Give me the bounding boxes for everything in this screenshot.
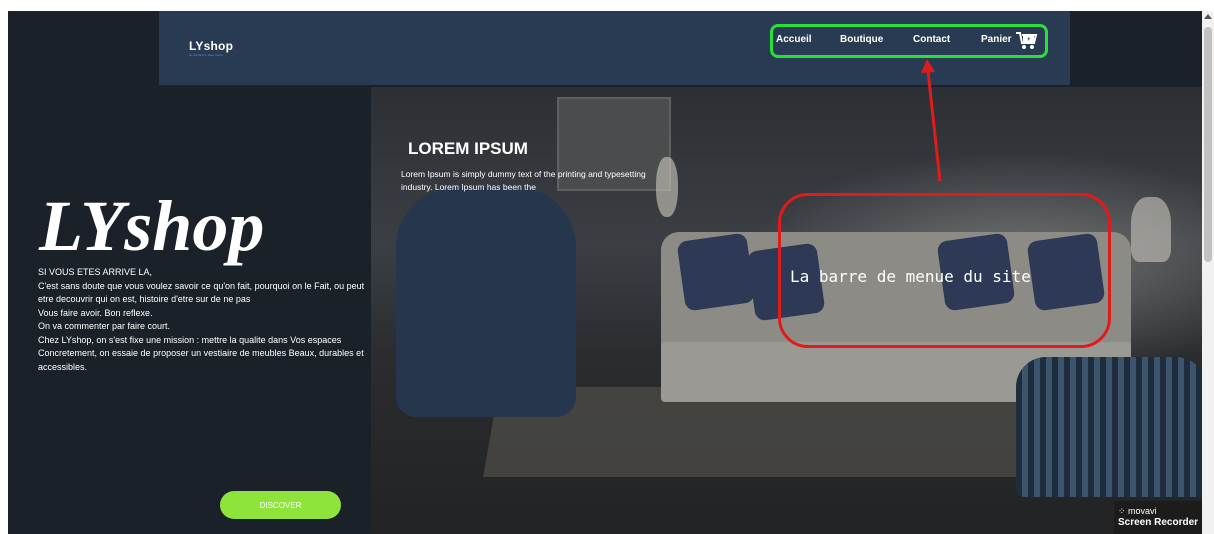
logo-text: LYshop: [189, 39, 234, 53]
annotation-label: La barre de menue du site: [790, 267, 1031, 286]
pillow: [676, 232, 756, 312]
logo-tagline: la meilleure idee reste: [189, 53, 223, 57]
intro-line: On va commenter par faire court.: [38, 321, 171, 331]
intro-line: Chez LYshop, on s'est fixe une mission :…: [38, 334, 342, 345]
nav-accueil[interactable]: Accueil: [776, 34, 812, 45]
ottoman: [1016, 357, 1202, 497]
watermark-product: Screen Recorder: [1118, 517, 1199, 528]
lamp: [1131, 197, 1171, 262]
recorder-watermark: ⁘ movavi Screen Recorder: [1114, 501, 1202, 534]
scroll-up-arrow-icon[interactable]: [1204, 14, 1212, 19]
watermark-brand: ⁘ movavi: [1118, 506, 1157, 516]
intro-line: Vous faire avoir. Bon reflexe.: [38, 307, 153, 318]
armchair: [396, 187, 576, 417]
nav-panier[interactable]: Panier: [981, 34, 1012, 45]
intro-line: C'est sans doute que vous voulez savoir …: [38, 280, 365, 305]
nav-boutique[interactable]: Boutique: [840, 34, 883, 45]
site-logo[interactable]: LYshop la meilleure idee reste: [189, 39, 233, 57]
vertical-scrollbar[interactable]: [1202, 11, 1214, 534]
brand-heading: LYshop: [39, 186, 265, 266]
intro-line: SI VOUS ETES ARRIVE LA,: [38, 267, 153, 277]
intro-line: Concretement, on essaie de proposer un v…: [38, 348, 364, 372]
hero-text: Lorem Ipsum is simply dummy text of the …: [401, 169, 646, 192]
hero-title: LOREM IPSUM: [408, 139, 528, 158]
discover-button[interactable]: DISCOVER: [220, 491, 341, 519]
intro-text: SI VOUS ETES ARRIVE LA, C'est sans doute…: [38, 266, 368, 374]
scroll-thumb[interactable]: [1204, 27, 1212, 262]
nav-contact[interactable]: Contact: [913, 34, 950, 45]
site-navbar: LYshop la meilleure idee reste Accueil B…: [159, 11, 1070, 85]
website-viewport: LYshop la meilleure idee reste Accueil B…: [8, 11, 1202, 534]
cart-icon[interactable]: +: [1016, 31, 1038, 51]
svg-text:+: +: [1027, 37, 1031, 43]
